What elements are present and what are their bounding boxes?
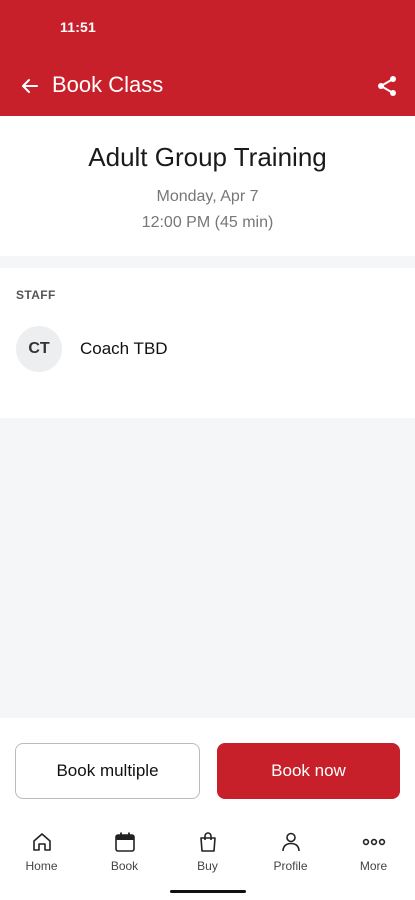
tab-label: Buy [197, 859, 218, 873]
tab-more[interactable]: More [332, 830, 415, 880]
page-title: Book Class [52, 72, 164, 97]
class-name: Adult Group Training [88, 142, 327, 172]
status-time: 11:51 [60, 19, 97, 35]
avatar: CT [16, 326, 62, 372]
class-time: 12:00 PM (45 min) [141, 214, 274, 231]
book-now-button[interactable]: Book now [217, 743, 400, 799]
tab-label: More [359, 859, 388, 873]
staff-name: Coach TBD [80, 339, 168, 358]
tab-label: Book [110, 859, 139, 873]
shopping-bag-icon [199, 832, 216, 852]
tab-profile[interactable]: Profile [249, 830, 332, 880]
class-summary: Adult Group Training Monday, Apr 7 12:00… [0, 116, 415, 256]
back-button[interactable] [14, 70, 46, 102]
book-multiple-button[interactable]: Book multiple [15, 743, 200, 799]
arrow-left-icon [22, 79, 38, 93]
staff-item[interactable]: CT Coach TBD [16, 326, 168, 372]
bottom-tab-bar: Home Book Buy Profile More [0, 818, 415, 900]
home-indicator [170, 890, 246, 893]
tab-book[interactable]: Book [83, 830, 166, 880]
staff-section: STAFF CT Coach TBD [0, 268, 415, 418]
tab-buy[interactable]: Buy [166, 830, 249, 880]
tab-label: Profile [273, 859, 308, 873]
share-icon [378, 76, 396, 96]
tab-home[interactable]: Home [0, 830, 83, 880]
tab-label: Home [25, 859, 58, 873]
share-button[interactable] [371, 70, 403, 102]
action-bar: Book multiple Book now [0, 718, 415, 818]
class-date: Monday, Apr 7 [156, 188, 259, 205]
home-icon [32, 833, 51, 851]
app-bar: 11:51 Book Class [0, 0, 415, 116]
more-dots-icon [362, 838, 385, 846]
staff-section-label: STAFF [16, 288, 56, 302]
calendar-icon [114, 832, 135, 852]
person-icon [281, 832, 300, 852]
